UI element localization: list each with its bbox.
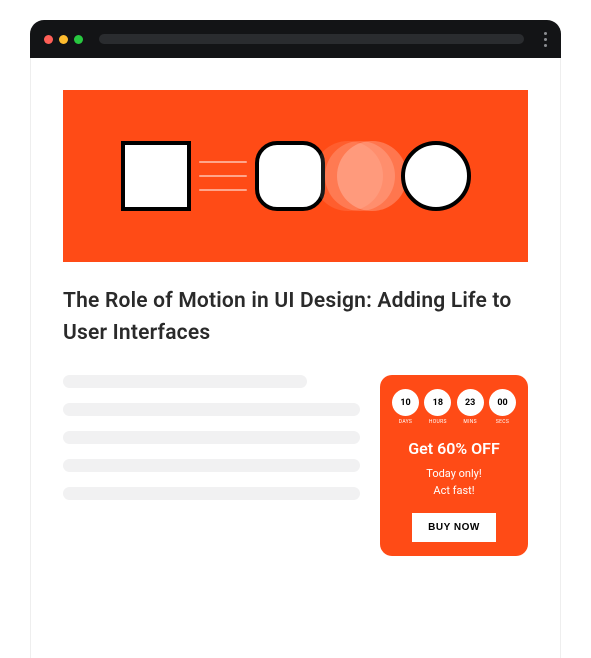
motion-blur-icon [333,141,393,211]
url-bar[interactable] [99,34,524,44]
motion-lines-icon [199,161,247,191]
article-text-placeholder [63,375,360,515]
countdown-value: 18 [424,389,451,416]
countdown-days: 10 DAYS [392,389,419,425]
countdown-value: 00 [489,389,516,416]
minimize-icon[interactable] [59,35,68,44]
countdown-label: HOURS [429,419,447,425]
countdown-mins: 23 MINS [457,389,484,425]
promo-subtitle: Today only! Act fast! [392,466,516,499]
buy-now-button[interactable]: BUY NOW [412,513,496,542]
promo-subtitle-line: Today only! [426,467,481,480]
article-body: 10 DAYS 18 HOURS 23 MINS 00 SECS Get 60%… [63,375,528,556]
promo-card: 10 DAYS 18 HOURS 23 MINS 00 SECS Get 60%… [380,375,528,556]
menu-icon[interactable] [544,32,547,47]
hero-banner [63,90,528,262]
close-icon[interactable] [44,35,53,44]
page-content: The Role of Motion in UI Design: Adding … [30,58,561,658]
countdown-label: DAYS [399,419,412,425]
promo-subtitle-line: Act fast! [433,484,474,497]
promo-title: Get 60% OFF [392,439,516,458]
countdown-value: 10 [392,389,419,416]
article-title: The Role of Motion in UI Design: Adding … [63,286,528,349]
countdown-label: MINS [463,419,476,425]
countdown-hours: 18 HOURS [424,389,451,425]
countdown-label: SECS [496,419,509,425]
countdown-secs: 00 SECS [489,389,516,425]
maximize-icon[interactable] [74,35,83,44]
browser-chrome [30,20,561,58]
circle-shape-icon [401,141,471,211]
countdown-value: 23 [457,389,484,416]
traffic-lights [44,35,83,44]
countdown: 10 DAYS 18 HOURS 23 MINS 00 SECS [392,389,516,425]
square-shape-icon [121,141,191,211]
